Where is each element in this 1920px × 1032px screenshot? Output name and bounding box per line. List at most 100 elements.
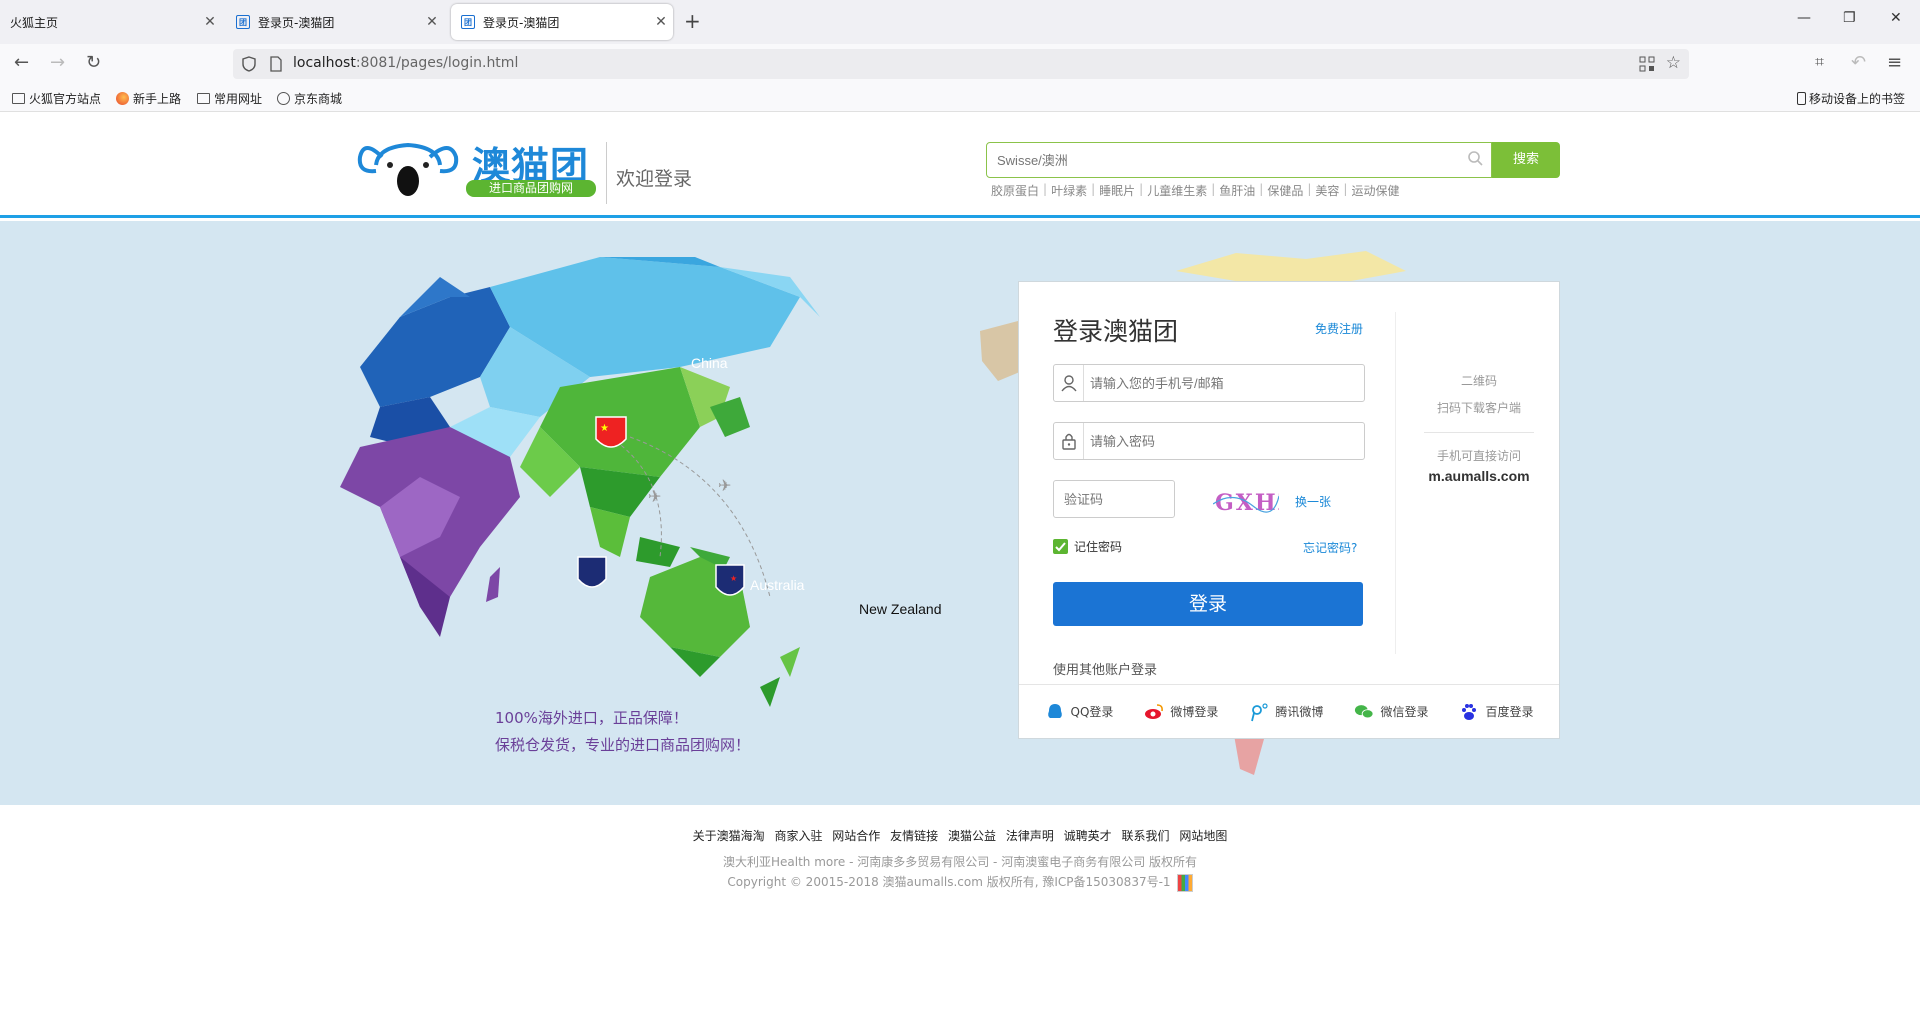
weibo-login[interactable]: 微博登录 bbox=[1144, 702, 1218, 722]
close-icon[interactable]: ✕ bbox=[649, 14, 673, 30]
bookmark-getting-started[interactable]: 新手上路 bbox=[116, 90, 181, 107]
forward-icon[interactable]: → bbox=[50, 52, 65, 73]
copyright-line: Copyright © 20015-2018 澳猫aumalls.com 版权所… bbox=[0, 873, 1920, 892]
restore-button[interactable]: ❐ bbox=[1843, 10, 1856, 26]
bookmark-jd[interactable]: 京东商城 bbox=[277, 90, 342, 107]
site-favicon-icon: 团 bbox=[461, 15, 475, 29]
footer-link[interactable]: 友情链接 bbox=[890, 829, 938, 843]
address-bar[interactable]: localhost:8081/pages/login.html ☆ bbox=[233, 49, 1689, 79]
footer-link[interactable]: 诚聘英才 bbox=[1064, 829, 1112, 843]
mobile-url[interactable]: m.aumalls.com bbox=[1419, 468, 1539, 484]
search-input[interactable] bbox=[997, 149, 1447, 171]
hot-word[interactable]: 睡眠片 bbox=[1099, 182, 1135, 199]
hot-word[interactable]: 保健品 bbox=[1267, 182, 1303, 199]
footer-link[interactable]: 网站合作 bbox=[832, 829, 880, 843]
captcha-field bbox=[1053, 480, 1175, 518]
forgot-password-link[interactable]: 忘记密码? bbox=[1303, 539, 1357, 556]
australia-flag-shield-icon bbox=[577, 556, 607, 588]
login-banner: ✈ ✈ ★ ★ China Australia New Zealand 100%… bbox=[0, 221, 1920, 805]
footer-link[interactable]: 法律声明 bbox=[1006, 829, 1054, 843]
hot-word[interactable]: 运动保健 bbox=[1351, 182, 1399, 199]
reload-icon[interactable]: ↻ bbox=[86, 52, 101, 73]
lock-icon bbox=[1054, 423, 1084, 459]
captcha-input[interactable] bbox=[1064, 489, 1164, 509]
svg-text:★: ★ bbox=[730, 574, 737, 583]
undo-icon[interactable]: ↶ bbox=[1851, 52, 1866, 73]
wechat-login[interactable]: 微信登录 bbox=[1354, 702, 1428, 722]
search-icon[interactable] bbox=[1467, 150, 1483, 166]
footer-link[interactable]: 网站地图 bbox=[1179, 829, 1227, 843]
close-icon[interactable]: ✕ bbox=[198, 14, 222, 30]
bookmark-firefox-official[interactable]: 火狐官方站点 bbox=[12, 90, 101, 107]
footer-links: 关于澳猫海淘 商家入驻 网站合作 友情链接 澳猫公益 法律声明 诚聘英才 联系我… bbox=[0, 827, 1920, 844]
slogan-line-1: 100%海外进口，正品保障！ bbox=[495, 709, 688, 727]
account-field bbox=[1053, 364, 1365, 402]
shield-icon bbox=[242, 56, 256, 72]
refresh-captcha-link[interactable]: 换一张 bbox=[1295, 493, 1331, 510]
qr-area: 二维码 扫码下载客户端 手机可直接访问 m.aumalls.com bbox=[1419, 372, 1539, 484]
tencent-weibo-login[interactable]: 腾讯微博 bbox=[1249, 702, 1323, 722]
qq-icon bbox=[1047, 703, 1062, 718]
site-favicon-icon: 团 bbox=[236, 15, 250, 29]
new-tab-button[interactable]: + bbox=[684, 9, 701, 33]
mobile-bookmarks[interactable]: 移动设备上的书签 bbox=[1797, 90, 1905, 107]
menu-icon[interactable]: ≡ bbox=[1887, 52, 1902, 73]
search-button[interactable]: 搜索 bbox=[1492, 142, 1560, 178]
tab-label: 登录页-澳猫团 bbox=[258, 15, 335, 30]
close-icon[interactable]: ✕ bbox=[420, 14, 444, 30]
remember-password[interactable]: 记住密码 bbox=[1053, 538, 1122, 555]
tab-label: 登录页-澳猫团 bbox=[483, 15, 560, 30]
plane-icon: ✈ bbox=[718, 476, 731, 495]
tab-login-1[interactable]: 团 登录页-澳猫团 ✕ bbox=[226, 4, 444, 40]
hot-word[interactable]: 儿童维生素 bbox=[1147, 182, 1207, 199]
map-label-new-zealand: New Zealand bbox=[859, 601, 942, 617]
star-icon[interactable]: ☆ bbox=[1666, 53, 1681, 73]
footer-link[interactable]: 澳猫公益 bbox=[948, 829, 996, 843]
tab-login-active[interactable]: 团 登录页-澳猫团 ✕ bbox=[451, 4, 673, 40]
register-link[interactable]: 免费注册 bbox=[1315, 320, 1363, 337]
login-title: 登录澳猫团 bbox=[1053, 317, 1179, 346]
password-input[interactable] bbox=[1090, 431, 1350, 451]
user-icon bbox=[1054, 365, 1084, 401]
slogan: 100%海外进口，正品保障！ 保税仓发货，专业的进口商品团购网！ bbox=[495, 705, 750, 759]
firefox-icon bbox=[116, 92, 129, 105]
qq-login[interactable]: QQ登录 bbox=[1045, 702, 1113, 722]
footer-link[interactable]: 关于澳猫海淘 bbox=[693, 829, 765, 843]
hot-word[interactable]: 美容 bbox=[1315, 182, 1339, 199]
hot-word[interactable]: 胶原蛋白 bbox=[991, 182, 1039, 199]
decor-tan-shape bbox=[980, 321, 1022, 381]
browser-nav-bar: ← → ↻ localhost:8081/pages/login.html ☆ … bbox=[0, 44, 1920, 84]
tab-label: 火狐主页 bbox=[10, 15, 59, 30]
folder-icon bbox=[197, 93, 210, 104]
welcome-text: 欢迎登录 bbox=[616, 168, 693, 190]
crop-icon[interactable]: ⌗ bbox=[1815, 52, 1824, 72]
qr-label: 二维码 bbox=[1460, 374, 1497, 388]
close-window-button[interactable]: ✕ bbox=[1890, 10, 1902, 26]
other-accounts-label: 使用其他账户登录 bbox=[1053, 663, 1158, 678]
tab-firefox-home[interactable]: 火狐主页 ✕ bbox=[4, 4, 222, 40]
footer-link[interactable]: 商家入驻 bbox=[774, 829, 822, 843]
bookmark-common-sites[interactable]: 常用网址 bbox=[197, 90, 262, 107]
folder-icon bbox=[12, 93, 25, 104]
map-label-australia: Australia bbox=[750, 577, 805, 593]
baidu-login[interactable]: 百度登录 bbox=[1459, 702, 1533, 722]
account-input[interactable] bbox=[1090, 373, 1350, 393]
hot-word[interactable]: 鱼肝油 bbox=[1219, 182, 1255, 199]
footer-link[interactable]: 联系我们 bbox=[1122, 829, 1170, 843]
stats-badge-icon[interactable] bbox=[1176, 873, 1193, 892]
hot-search-words: 胶原蛋白 | 叶绿素 | 睡眠片 | 儿童维生素 | 鱼肝油 | 保健品 | 美容 | 运动保… bbox=[991, 182, 1400, 199]
minimize-button[interactable]: — bbox=[1797, 10, 1811, 26]
decor-pink-shape bbox=[1234, 735, 1264, 775]
site-header: 澳猫团 进口商品团购网 欢迎登录 搜索 胶原蛋白| 叶绿素| 睡眠片| 儿童维生… bbox=[0, 112, 1920, 218]
back-icon[interactable]: ← bbox=[14, 52, 29, 73]
qr-code-icon[interactable] bbox=[1639, 56, 1655, 72]
logo-subtitle: 进口商品团购网 bbox=[466, 180, 596, 197]
hot-word[interactable]: 叶绿素 bbox=[1051, 182, 1087, 199]
checkbox-checked-icon[interactable] bbox=[1053, 539, 1068, 554]
map-label-china: China bbox=[691, 355, 728, 371]
captcha-image[interactable]: GXHZ bbox=[1213, 484, 1279, 518]
login-button[interactable]: 登录 bbox=[1053, 582, 1363, 626]
wechat-icon bbox=[1355, 704, 1374, 718]
site-logo[interactable]: 澳猫团 进口商品团购网 bbox=[356, 135, 596, 201]
qr-subtitle: 扫码下载客户端 bbox=[1436, 401, 1521, 415]
